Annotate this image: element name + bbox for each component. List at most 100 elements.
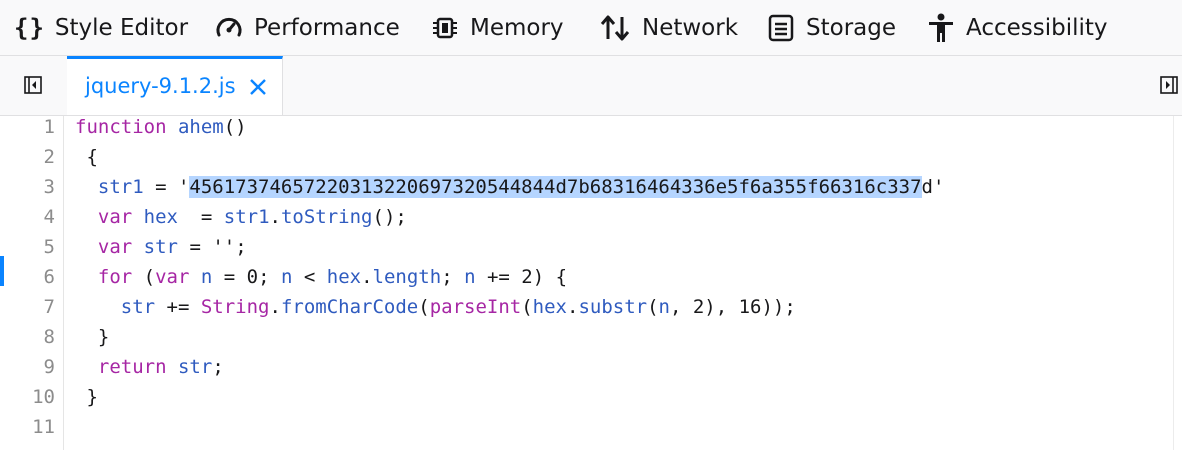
method-token: toString <box>280 206 373 228</box>
identifier-token: str <box>120 296 156 318</box>
code-token: d' <box>921 176 945 198</box>
code-token: ( <box>418 296 430 318</box>
code-token: ; <box>212 356 224 378</box>
identifier-token: str1 <box>97 176 144 198</box>
source-tab-filename: jquery-9.1.2.js <box>85 74 236 98</box>
code-token: += 2) { <box>475 266 568 288</box>
tab-label: Accessibility <box>966 15 1108 41</box>
identifier-token: hex <box>326 266 362 288</box>
function-name-token: ahem <box>177 116 224 138</box>
close-icon[interactable] <box>248 77 268 97</box>
line-number[interactable]: 11 <box>5 412 55 442</box>
code-token: = <box>178 206 224 228</box>
builtin-token: parseInt <box>429 296 522 318</box>
code-token: < <box>292 266 327 288</box>
keyword-token: var <box>155 266 190 288</box>
tab-storage[interactable]: Storage <box>766 0 896 56</box>
identifier-token: str <box>143 236 178 258</box>
identifier-token: str1 <box>223 206 270 228</box>
keyword-token: return <box>97 356 167 378</box>
keyword-token: var <box>97 236 133 258</box>
identifier-token: n <box>200 266 213 288</box>
code-token: ( <box>132 266 156 288</box>
code-token: = ''; <box>178 236 247 258</box>
source-tab-bar: jquery-9.1.2.js <box>0 56 1182 116</box>
line-number[interactable]: 10 <box>5 382 55 412</box>
code-line-8: } <box>75 322 109 352</box>
code-line-7: str += String.fromCharCode(parseInt(hex.… <box>75 292 796 322</box>
code-token: { <box>75 146 98 168</box>
line-number[interactable]: 5 <box>5 232 55 262</box>
tab-label: Storage <box>806 15 896 41</box>
braces-icon: {} <box>14 14 45 42</box>
tab-style-editor[interactable]: {} Style Editor <box>14 0 188 56</box>
identifier-token: n <box>280 266 293 288</box>
line-number[interactable]: 1 <box>5 112 55 142</box>
code-line-10: } <box>75 382 98 412</box>
keyword-token: var <box>97 206 133 228</box>
code-line-4: var hex = str1.toString(); <box>75 202 407 232</box>
line-number[interactable]: 7 <box>5 292 55 322</box>
sidebar-collapse-icon <box>24 76 42 94</box>
line-number[interactable]: 9 <box>5 352 55 382</box>
line-number[interactable]: 8 <box>5 322 55 352</box>
code-line-2: { <box>75 142 98 172</box>
code-token: . <box>269 206 281 228</box>
accessibility-person-icon <box>926 12 956 44</box>
code-line-6: for (var n = 0; n < hex.length; n += 2) … <box>75 262 567 292</box>
code-token: = ' <box>143 176 190 198</box>
code-line-5: var str = ''; <box>75 232 247 262</box>
line-number[interactable]: 4 <box>5 202 55 232</box>
current-line-marker <box>0 256 4 286</box>
up-down-arrows-icon <box>598 13 632 43</box>
line-number[interactable]: 2 <box>5 142 55 172</box>
line-number-gutter[interactable]: 1 2 3 4 5 6 7 8 9 10 11 <box>0 116 64 450</box>
selected-text[interactable]: 45617374657220313220697320544844d7b68316… <box>189 176 922 198</box>
identifier-token: hex <box>532 296 567 318</box>
keyword-token: for <box>97 266 133 288</box>
tab-label: Network <box>642 15 739 41</box>
code-token: } <box>86 326 110 348</box>
tab-performance[interactable]: Performance <box>214 0 400 56</box>
method-token: fromCharCode <box>280 296 419 318</box>
tab-memory[interactable]: Memory <box>430 0 564 56</box>
tab-accessibility[interactable]: Accessibility <box>926 0 1108 56</box>
toggle-debugger-sidebar-button[interactable] <box>1160 76 1178 94</box>
toggle-sources-pane-button[interactable] <box>24 76 42 94</box>
identifier-token: n <box>464 266 476 288</box>
gauge-icon <box>214 13 244 43</box>
identifier-token: hex <box>143 206 178 228</box>
code-token: ( <box>647 296 659 318</box>
code-token: = 0; <box>212 266 281 288</box>
code-token: ( <box>521 296 533 318</box>
line-number[interactable]: 3 <box>5 172 55 202</box>
code-line-1: function ahem() <box>75 112 247 142</box>
devtools-toolbar: {} Style Editor Performance Memory Netwo… <box>0 0 1182 56</box>
code-token: (); <box>372 206 407 228</box>
storage-icon <box>766 13 796 43</box>
source-tab-jquery[interactable]: jquery-9.1.2.js <box>67 56 283 115</box>
tab-label: Style Editor <box>54 15 189 41</box>
code-token: . <box>566 296 579 318</box>
code-token: } <box>75 386 98 408</box>
code-token: () <box>223 116 247 138</box>
code-editor[interactable]: 1 2 3 4 5 6 7 8 9 10 11 function ahem() … <box>0 116 1182 450</box>
code-token: . <box>361 266 373 288</box>
tab-label: Memory <box>470 15 564 41</box>
memory-chip-icon <box>430 13 460 43</box>
code-token: . <box>269 296 281 318</box>
line-number[interactable]: 6 <box>5 262 55 292</box>
code-token: ; <box>441 266 465 288</box>
code-token: , 2), 16)); <box>669 296 796 318</box>
builtin-token: String <box>200 296 270 318</box>
keyword-token: function <box>75 116 167 138</box>
sidebar-expand-icon <box>1160 76 1178 94</box>
code-token: += <box>155 296 201 318</box>
identifier-token: str <box>177 356 213 378</box>
code-line-3: str1 = '45617374657220313220697320544844… <box>75 172 944 202</box>
property-token: length <box>372 266 442 288</box>
tab-network[interactable]: Network <box>598 0 738 56</box>
code-line-9: return str; <box>75 352 224 382</box>
vertical-scrollbar[interactable] <box>1173 116 1182 450</box>
method-token: substr <box>578 296 648 318</box>
